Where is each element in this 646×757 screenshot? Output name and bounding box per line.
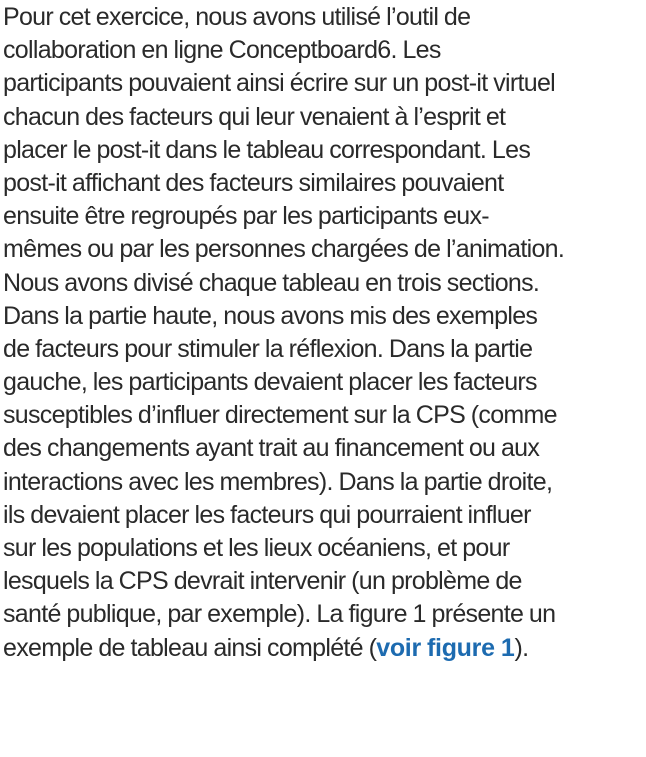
text-line: Pour cet exercice, nous avons utilisé l’… (3, 3, 471, 31)
body-paragraph: Pour cet exercice, nous avons utilisé l’… (3, 1, 646, 665)
text-line: interactions avec les membres). Dans la … (3, 467, 553, 496)
text-line: susceptibles d’influer directement sur l… (3, 401, 558, 430)
text-line: sur les populations et les lieux océanie… (3, 534, 510, 562)
text-line: ensuite être regroupés par les participa… (3, 202, 490, 231)
text-line: gauche, les participants devaient placer… (3, 368, 538, 397)
text-line: des changements ayant trait au financeme… (3, 434, 540, 463)
text-line: placer le post-it dans le tableau corres… (3, 135, 531, 164)
text-line: ils devaient placer les facteurs qui pou… (3, 500, 531, 529)
document-page: Pour cet exercice, nous avons utilisé l’… (0, 1, 646, 757)
text-line: post-it affichant des facteurs similaire… (3, 168, 504, 197)
text-line: santé publique, par exemple). La figure … (3, 600, 556, 629)
text-line: mêmes ou par les personnes chargées de l… (3, 235, 565, 264)
text-line: chacun des facteurs qui leur venaient à … (3, 102, 506, 131)
text-line: Dans la partie haute, nous avons mis des… (3, 301, 538, 330)
last-line-closing: ). (514, 633, 529, 662)
text-line: collaboration en ligne Conceptboard6. Le… (3, 36, 441, 65)
text-line-last: exemple de tableau ainsi complété (voir … (3, 632, 646, 665)
figure-1-link[interactable]: voir figure 1 (376, 634, 515, 662)
text-line: Nous avons divisé chaque tableau en troi… (3, 268, 540, 297)
text-line: lesquels la CPS devrait intervenir (un p… (3, 567, 522, 596)
text-line: de facteurs pour stimuler la réflexion. … (3, 334, 533, 363)
last-line-text: exemple de tableau ainsi complété ( (3, 633, 377, 662)
text-line: participants pouvaient ainsi écrire sur … (3, 69, 556, 98)
